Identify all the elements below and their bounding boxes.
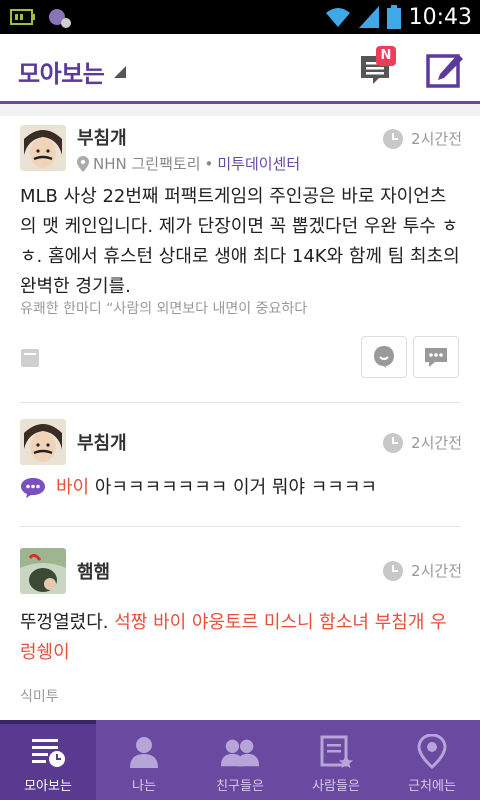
- post-body: MLB 사상 22번째 퍼팩트게임의 주인공은 바로 자이언츠의 맷 케인입니다…: [20, 186, 460, 297]
- location-pin-icon: [77, 155, 89, 172]
- divider: [20, 526, 460, 527]
- dropdown-caret-icon[interactable]: [114, 66, 126, 78]
- bottom-nav: 모아보는 나는 친구들은 사람들은 근처에는: [0, 720, 480, 800]
- timeline-feed[interactable]: 부침개 2시간전 NHN 그린팩토리 • 미투데이센터 MLB 사상 22번째 …: [0, 104, 480, 720]
- post-author[interactable]: 햄햄: [77, 558, 110, 584]
- active-tab-indicator: [0, 720, 96, 724]
- battery-notification-icon: [10, 9, 35, 25]
- clock-time: 10:43: [408, 4, 472, 30]
- feed-card: 부침개 2시간전 NHN 그린팩토리 • 미투데이센터 MLB 사상 22번째 …: [0, 116, 480, 720]
- bookmark-icon[interactable]: [20, 348, 40, 368]
- post-time: 2시간전: [383, 560, 462, 581]
- nav-label: 모아보는: [24, 779, 72, 794]
- nav-label: 근처에는: [408, 779, 456, 794]
- clock-icon: [383, 128, 404, 149]
- post-time: 2시간전: [383, 432, 462, 453]
- people-icon: [320, 735, 353, 768]
- post-body-text: 뚜껑열렸다.: [20, 612, 115, 633]
- notification-badge: N: [376, 46, 396, 66]
- post-time-text: 2시간전: [411, 130, 462, 148]
- battery-icon: [386, 5, 401, 29]
- page-title-dropdown[interactable]: 모아보는: [18, 54, 105, 89]
- nav-label: 친구들은: [216, 779, 264, 794]
- notifications-button[interactable]: N: [350, 44, 400, 94]
- mention-link[interactable]: 바이: [56, 477, 89, 498]
- avatar[interactable]: [20, 419, 66, 465]
- nav-tab-me[interactable]: 나는: [96, 720, 192, 800]
- person-icon: [130, 737, 158, 768]
- nav-tab-people[interactable]: 사람들은: [288, 720, 384, 800]
- post-subtext: 식미투: [20, 689, 59, 705]
- post-subtext: 유쾌한 한마디 “사람의 외면보다 내면이 중요하다: [20, 301, 308, 317]
- location-name: NHN 그린팩토리: [93, 155, 201, 173]
- status-bar: 10:43: [0, 0, 480, 34]
- wifi-icon: [325, 8, 350, 27]
- divider: [20, 402, 460, 403]
- clock-icon: [383, 560, 404, 581]
- post-author[interactable]: 부침개: [77, 429, 127, 455]
- nav-label: 나는: [132, 779, 156, 794]
- clock-icon: [383, 432, 404, 453]
- smile-icon: [374, 346, 394, 368]
- post-body: 바이 아ㅋㅋㅋㅋㅋㅋㅋ 이거 뭐야 ㅋㅋㅋㅋ: [56, 473, 466, 503]
- signal-icon: [358, 6, 379, 28]
- avatar[interactable]: [20, 125, 66, 171]
- app-header: 모아보는 N: [0, 34, 480, 104]
- comment-button[interactable]: [413, 336, 459, 378]
- post-body-text: 아ㅋㅋㅋㅋㅋㅋㅋ 이거 뭐야 ㅋㅋㅋㅋ: [89, 477, 377, 498]
- chat-bubble-icon: [21, 478, 45, 498]
- avatar[interactable]: [20, 548, 66, 594]
- feed-icon: [32, 739, 65, 767]
- post-time-text: 2시간전: [411, 562, 462, 580]
- app-notification-icon: [49, 9, 71, 28]
- location-icon: [417, 734, 447, 769]
- friends-icon: [220, 739, 260, 767]
- nav-label: 사람들은: [312, 779, 360, 794]
- post-location[interactable]: NHN 그린팩토리 • 미투데이센터: [77, 153, 300, 174]
- post-time: 2시간전: [383, 128, 462, 149]
- compose-icon: [426, 54, 463, 88]
- smile-button[interactable]: [361, 336, 407, 378]
- comment-icon: [425, 348, 447, 367]
- location-tag[interactable]: 미투데이센터: [217, 153, 300, 174]
- nav-tab-feed[interactable]: 모아보는: [0, 720, 96, 800]
- location-separator: •: [204, 154, 214, 173]
- post-body: 뚜껑열렸다. 석짱 바이 야웅토르 미스니 함소녀 부침개 우렁쉥이: [20, 608, 460, 668]
- nav-tab-nearby[interactable]: 근처에는: [384, 720, 480, 800]
- post-author[interactable]: 부침개: [77, 124, 127, 150]
- post-time-text: 2시간전: [411, 434, 462, 452]
- compose-button[interactable]: [420, 44, 470, 94]
- nav-tab-friends[interactable]: 친구들은: [192, 720, 288, 800]
